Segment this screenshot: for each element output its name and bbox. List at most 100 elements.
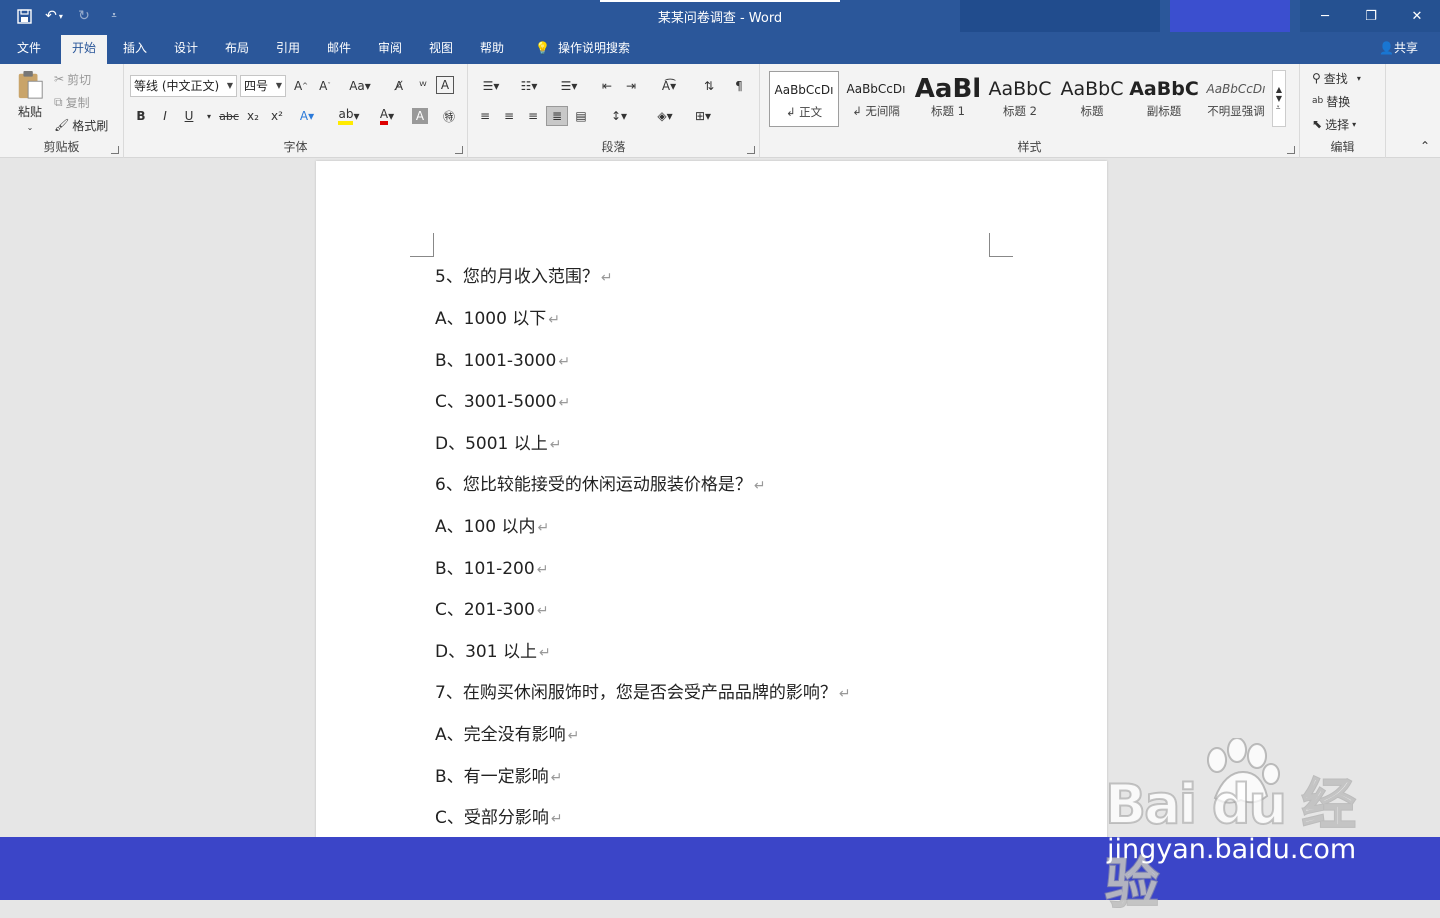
style-normal[interactable]: AaBbCcDı ↲ 正文	[769, 71, 839, 127]
tell-me-search[interactable]: 💡 操作说明搜索	[524, 32, 641, 64]
bullets-icon[interactable]: ☰▾	[474, 76, 508, 96]
phonetic-guide-icon[interactable]: ᵂ	[412, 76, 434, 96]
paste-button[interactable]: 粘贴 ⌄	[14, 70, 46, 132]
distributed-icon[interactable]: ▤	[570, 106, 592, 126]
style-no-spacing[interactable]: AaBbCcDı ↲ 无间隔	[841, 71, 911, 127]
document-workspace: 5、您的月收入范围？ ↵ A、1000 以下 ↵ B、1001-3000 ↵ C、30…	[0, 159, 1440, 837]
tab-home[interactable]: 开始	[61, 35, 108, 64]
doc-line[interactable]: 5、您的月收入范围？ ↵	[435, 265, 613, 289]
restore-icon[interactable]: ❐	[1348, 0, 1394, 32]
style-subtitle[interactable]: AaBbC 副标题	[1129, 71, 1199, 127]
style-name: 标题 2	[1003, 104, 1037, 118]
strikethrough-icon[interactable]: abc	[218, 106, 240, 126]
doc-line[interactable]: B、101-200 ↵	[435, 557, 548, 581]
bold-icon[interactable]: B	[130, 106, 152, 126]
underline-icon[interactable]: U	[178, 106, 200, 126]
tab-layout[interactable]: 布局	[214, 32, 260, 64]
doc-line[interactable]: C、201-300 ↵	[435, 598, 549, 622]
doc-line[interactable]: C、3001-5000 ↵	[435, 390, 570, 414]
shrink-font-icon[interactable]: Aˇ	[314, 76, 336, 96]
tab-mailings[interactable]: 邮件	[316, 32, 362, 64]
highlight-icon[interactable]: ab ▾	[334, 106, 364, 126]
tab-view[interactable]: 视图	[418, 32, 464, 64]
document-page[interactable]: 5、您的月收入范围？ ↵ A、1000 以下 ↵ B、1001-3000 ↵ C、30…	[316, 161, 1107, 837]
doc-line[interactable]: A、1000 以下 ↵	[435, 307, 560, 331]
clipboard-launcher-icon[interactable]	[111, 146, 119, 154]
cursor-icon: ⬉	[1312, 117, 1323, 131]
multilevel-list-icon[interactable]: ☰▾	[552, 76, 586, 96]
find-button[interactable]: ⚲ 查找 ▾	[1312, 68, 1361, 88]
tab-help[interactable]: 帮助	[469, 32, 515, 64]
doc-line[interactable]: 6、您比较能接受的休闲运动服装价格是？ ↵	[435, 473, 766, 497]
show-marks-icon[interactable]: ¶	[728, 76, 750, 96]
change-case-icon[interactable]: Aa▾	[344, 76, 376, 96]
doc-line[interactable]: A、完全没有影响 ↵	[435, 723, 579, 747]
char-shading-icon[interactable]: A	[412, 108, 428, 124]
copy-label: 复制	[65, 95, 90, 110]
doc-line[interactable]: C、受部分影响 ↵	[435, 806, 563, 830]
doc-line[interactable]: D、5001 以上 ↵	[435, 432, 562, 456]
tab-review[interactable]: 审阅	[367, 32, 413, 64]
paragraph-launcher-icon[interactable]	[747, 146, 755, 154]
numbering-icon[interactable]: ☷▾	[512, 76, 546, 96]
close-icon[interactable]: ✕	[1394, 0, 1440, 32]
brush-icon: 🖌	[54, 118, 70, 132]
paragraph-mark-icon: ↵	[538, 645, 551, 661]
tab-insert[interactable]: 插入	[112, 32, 158, 64]
minimize-icon[interactable]: ─	[1302, 0, 1348, 32]
char-border-icon[interactable]: A	[436, 76, 454, 94]
line-spacing-icon[interactable]: ↕▾	[602, 106, 636, 126]
scissors-icon: ✂	[54, 72, 65, 86]
underline-dropdown-icon[interactable]: ▾	[198, 106, 220, 126]
decrease-indent-icon[interactable]: ⇤	[596, 76, 618, 96]
align-center-icon[interactable]: ≡	[498, 106, 520, 126]
styles-launcher-icon[interactable]	[1287, 146, 1295, 154]
align-right-icon[interactable]: ≡	[522, 106, 544, 126]
chinese-layout-icon[interactable]: A͡▾	[652, 76, 686, 96]
shading-icon[interactable]: ◈▾	[648, 106, 682, 126]
font-name-select[interactable]: 等线 (中文正文) ▼	[130, 75, 237, 97]
doc-line[interactable]: B、有一定影响 ↵	[435, 765, 562, 789]
font-launcher-icon[interactable]	[455, 146, 463, 154]
paragraph-mark-icon: ↵	[536, 562, 549, 578]
style-subtle-emphasis[interactable]: AaBbCcDı 不明显强调	[1201, 71, 1271, 127]
borders-icon[interactable]: ⊞▾	[686, 106, 720, 126]
paragraph-mark-icon: ↵	[537, 520, 550, 536]
italic-icon[interactable]: I	[154, 106, 176, 126]
cut-button[interactable]: ✂ 剪切	[54, 69, 91, 89]
tab-design[interactable]: 设计	[163, 32, 209, 64]
style-title[interactable]: AaBbC 标题	[1057, 71, 1127, 127]
styles-scroll[interactable]: ▲ ▼ ⩡	[1272, 70, 1286, 127]
tab-file[interactable]: 文件	[6, 32, 52, 64]
doc-line[interactable]: D、301 以上 ↵	[435, 640, 551, 664]
justify-icon[interactable]: ≣	[546, 106, 568, 126]
subscript-icon[interactable]: x₂	[242, 106, 264, 126]
replace-button[interactable]: ab 替换	[1312, 91, 1350, 111]
increase-indent-icon[interactable]: ⇥	[620, 76, 642, 96]
text-effects-icon[interactable]: A▾	[296, 106, 318, 126]
clear-format-icon[interactable]: A̸	[388, 76, 410, 96]
group-paragraph: ☰▾ ☷▾ ☰▾ ⇤ ⇥ A͡▾ ⇅ ¶ ≡ ≡ ≡ ≣ ▤ ↕▾ ◈▾ ⊞▾ …	[468, 64, 760, 158]
paragraph-mark-icon: ↵	[567, 728, 580, 744]
enclose-char-icon[interactable]: ㊕	[438, 106, 460, 126]
ribbon: 粘贴 ⌄ ✂ 剪切 ⧉ 复制 🖌 格式刷 剪贴板 等线 (中文正文) ▼ 四号 ▼ A ^ …	[0, 64, 1440, 158]
doc-line[interactable]: A、100 以内 ↵	[435, 515, 549, 539]
superscript-icon[interactable]: x²	[266, 106, 288, 126]
doc-line[interactable]: B、1001-3000 ↵	[435, 349, 570, 373]
copy-button[interactable]: ⧉ 复制	[54, 92, 90, 112]
font-color-icon[interactable]: A ▾	[372, 106, 402, 126]
tab-references[interactable]: 引用	[265, 32, 311, 64]
style-heading-2[interactable]: AaBbC 标题 2	[985, 71, 1055, 127]
select-button[interactable]: ⬉ 选择 ▾	[1312, 114, 1356, 134]
collapse-ribbon-icon[interactable]: ⌃	[1414, 136, 1436, 156]
font-size-select[interactable]: 四号 ▼	[240, 75, 286, 97]
style-heading-1[interactable]: AaBl 标题 1	[913, 71, 983, 127]
share-button[interactable]: 👤共享	[1379, 32, 1418, 64]
style-preview: AaBbCcDı	[774, 83, 834, 97]
align-left-icon[interactable]: ≡	[474, 106, 496, 126]
grow-font-icon[interactable]: A ^	[290, 76, 312, 96]
doc-line[interactable]: 7、在购买休闲服饰时，您是否会受产品品牌的影响？ ↵	[435, 681, 851, 705]
format-painter-button[interactable]: 🖌 格式刷	[54, 115, 108, 135]
share-label: 共享	[1393, 41, 1418, 55]
sort-icon[interactable]: ⇅	[698, 76, 720, 96]
